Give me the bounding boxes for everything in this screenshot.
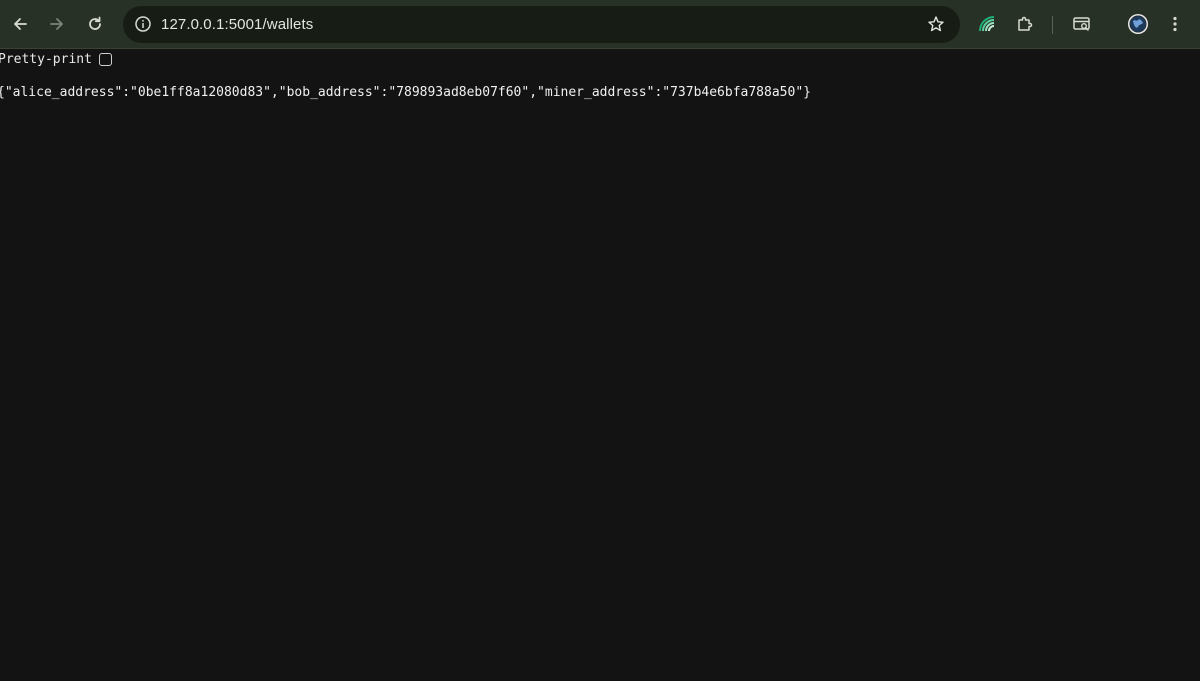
back-button[interactable] xyxy=(4,8,36,40)
pretty-print-checkbox[interactable] xyxy=(99,53,112,66)
extension-button[interactable] xyxy=(971,8,1003,40)
profile-button[interactable] xyxy=(1122,8,1154,40)
info-icon xyxy=(135,16,151,32)
profile-avatar-icon xyxy=(1128,14,1148,34)
url-text[interactable]: 127.0.0.1:5001/wallets xyxy=(161,6,313,43)
reload-icon xyxy=(89,16,101,30)
grammarly-swirl-icon xyxy=(979,16,995,32)
extensions-menu-button[interactable] xyxy=(1009,8,1041,40)
forward-button[interactable] xyxy=(41,8,73,40)
reload-button[interactable] xyxy=(79,8,111,40)
browser-toolbar: 127.0.0.1:5001/wallets xyxy=(0,0,1200,49)
star-icon xyxy=(928,16,944,32)
tab-search-icon xyxy=(1073,17,1090,31)
toolbar-divider xyxy=(1052,16,1053,34)
back-arrow-icon xyxy=(14,18,27,30)
forward-arrow-icon xyxy=(50,18,63,30)
address-bar[interactable]: 127.0.0.1:5001/wallets xyxy=(123,6,960,43)
site-info-button[interactable] xyxy=(129,10,157,38)
kebab-menu-icon xyxy=(1173,16,1177,32)
puzzle-icon xyxy=(1018,16,1033,31)
browser-menu-button[interactable] xyxy=(1159,8,1191,40)
json-body: {"alice_address":"0be1ff8a12080d83","bob… xyxy=(0,85,811,100)
tab-search-button[interactable] xyxy=(1066,8,1098,40)
pretty-print-bar: Pretty-print xyxy=(0,50,1200,70)
pretty-print-label[interactable]: Pretty-print xyxy=(0,51,92,68)
bookmark-button[interactable] xyxy=(922,10,950,38)
